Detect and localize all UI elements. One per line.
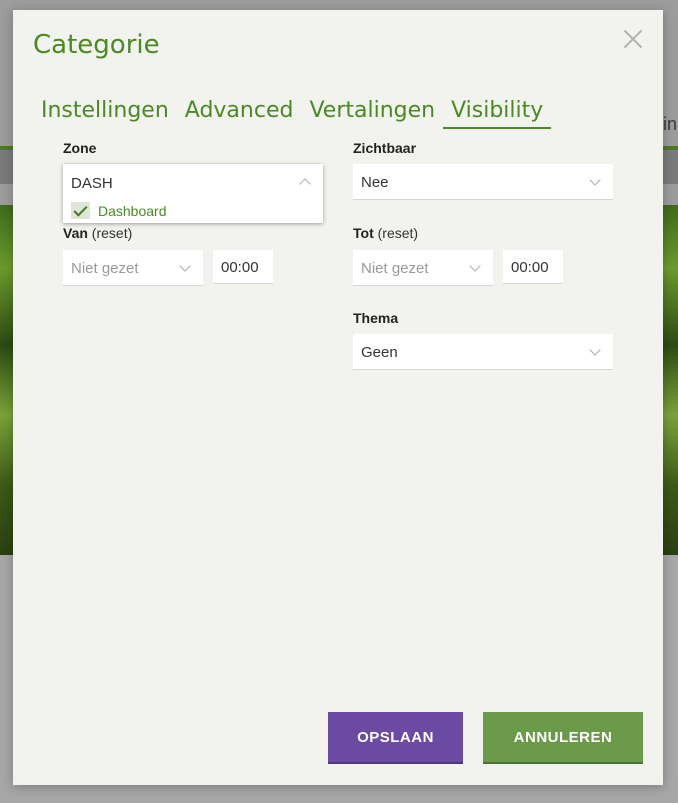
- zichtbaar-select-value: Nee: [361, 174, 389, 191]
- van-date-select[interactable]: Niet gezet: [63, 250, 203, 286]
- van-label: Van (reset): [63, 225, 133, 241]
- zone-option-dashboard[interactable]: Dashboard: [71, 202, 167, 219]
- tot-date-placeholder: Niet gezet: [361, 260, 429, 277]
- thema-select[interactable]: Geen: [353, 334, 613, 370]
- van-time-input[interactable]: 00:00: [213, 250, 273, 284]
- chevron-down-icon: [589, 174, 601, 186]
- zone-option-label: Dashboard: [98, 202, 167, 219]
- save-button[interactable]: OPSLAAN: [328, 712, 463, 764]
- close-icon[interactable]: [619, 25, 647, 53]
- zichtbaar-label: Zichtbaar: [353, 140, 417, 156]
- background-edge-text: in: [663, 114, 678, 134]
- tab-visibility[interactable]: Visibility: [443, 98, 552, 129]
- tab-vertalingen[interactable]: Vertalingen: [309, 98, 435, 129]
- zone-select-value: DASH: [71, 175, 113, 192]
- modal-tabs: Instellingen Advanced Vertalingen Visibi…: [41, 98, 552, 129]
- chevron-up-icon: [299, 178, 311, 190]
- zone-label: Zone: [63, 140, 97, 156]
- van-reset-link[interactable]: (reset): [92, 225, 132, 241]
- chevron-down-icon: [179, 260, 191, 272]
- cancel-button[interactable]: ANNULEREN: [483, 712, 643, 764]
- check-icon[interactable]: [71, 202, 90, 219]
- zichtbaar-select[interactable]: Nee: [353, 164, 613, 200]
- zone-select[interactable]: DASH Dashboard: [63, 164, 323, 223]
- modal-title: Categorie: [33, 30, 160, 60]
- thema-label: Thema: [353, 310, 399, 326]
- tot-reset-link[interactable]: (reset): [378, 225, 418, 241]
- van-date-placeholder: Niet gezet: [71, 260, 139, 277]
- tot-time-input[interactable]: 00:00: [503, 250, 563, 284]
- tot-date-select[interactable]: Niet gezet: [353, 250, 493, 286]
- chevron-down-icon: [469, 260, 481, 272]
- thema-select-value: Geen: [361, 344, 398, 361]
- tab-advanced[interactable]: Advanced: [185, 98, 294, 129]
- chevron-down-icon: [589, 344, 601, 356]
- tab-instellingen[interactable]: Instellingen: [41, 98, 169, 129]
- tot-label: Tot (reset): [353, 225, 419, 241]
- category-modal: Categorie Instellingen Advanced Vertalin…: [13, 10, 663, 785]
